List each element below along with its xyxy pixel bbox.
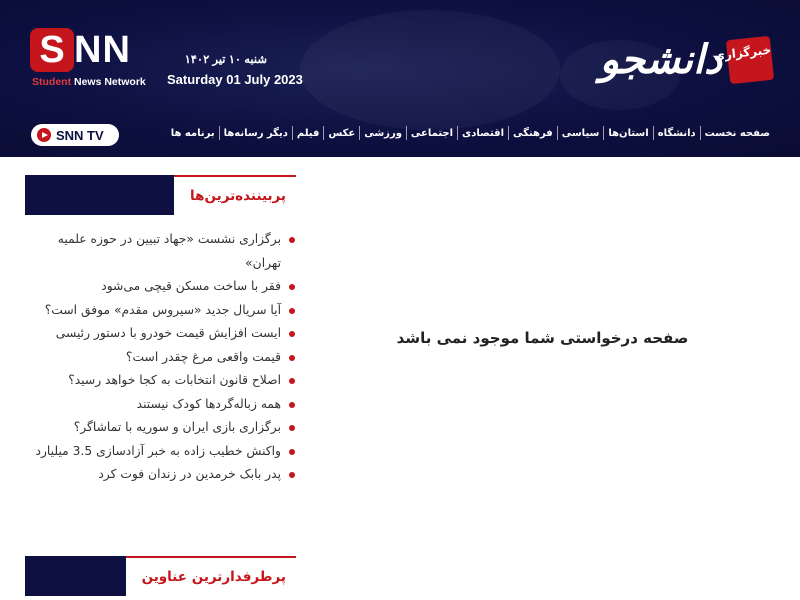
most-viewed-header: پربیننده‌ترین‌ها [25, 175, 296, 215]
bullet-icon [289, 354, 295, 361]
main-nav: صفحه نخست دانشگاه استان‌ها سیاسی فرهنگی … [167, 126, 770, 140]
nav-divider [218, 126, 220, 140]
page-not-found-message: صفحه درخواستی شما موجود نمی باشد [396, 329, 689, 347]
nav-item-economy[interactable]: اقتصادی [458, 128, 508, 139]
list-item[interactable]: فقر با ساخت مسکن قیچی می‌شود [25, 275, 295, 299]
nav-item-politics[interactable]: سیاسی [558, 128, 604, 139]
daneshjoo-logo[interactable]: خبرگزاری دانشجو [599, 32, 775, 87]
most-viewed-title: پربیننده‌ترین‌ها [174, 175, 296, 215]
snn-tagline: Student News Network [32, 76, 146, 88]
nav-item-culture[interactable]: فرهنگی [509, 128, 557, 139]
list-item-title[interactable]: قیمت واقعی مرغ چقدر است؟ [126, 350, 281, 364]
bullet-icon [289, 331, 295, 337]
world-map-decoration [300, 10, 560, 130]
bullet-icon [289, 378, 295, 384]
list-item-title[interactable]: اصلاح قانون انتخابات به کجا خواهد رسید؟ [68, 373, 281, 387]
list-item[interactable]: پدر بابک خرمدین در زندان فوت کرد [25, 463, 295, 487]
nav-item-home[interactable]: صفحه نخست [701, 128, 770, 139]
nav-divider [405, 126, 407, 140]
snn-logo-nn: NN [74, 29, 131, 71]
nav-divider [323, 126, 325, 140]
bullet-icon [289, 307, 295, 314]
nav-divider [291, 126, 293, 140]
list-item[interactable]: برگزاری نشست «جهاد تبیین در حوزه علمیه ت… [25, 228, 295, 275]
list-item-title[interactable]: فقر با ساخت مسکن قیچی می‌شود [101, 279, 281, 293]
list-item[interactable]: برگزاری بازی ایران و سوریه با تماشاگر؟ [25, 416, 295, 440]
nav-divider [652, 126, 654, 140]
header-dates: شنبه ۱۰ تیر ۱۴۰۲ Saturday 01 July 2023 [167, 52, 303, 87]
nav-divider [699, 126, 701, 140]
site-header: S NN Student News Network شنبه ۱۰ تیر ۱۴… [0, 0, 800, 157]
snntv-button[interactable]: SNN TV [31, 124, 119, 146]
list-item[interactable]: قیمت واقعی مرغ چقدر است؟ [25, 346, 295, 370]
list-item[interactable]: همه زباله‌گردها کودک نیستند [25, 393, 295, 417]
list-item-title[interactable]: همه زباله‌گردها کودک نیستند [137, 397, 281, 411]
nav-item-programs[interactable]: برنامه ها [167, 128, 219, 139]
logo-name: دانشجو [599, 36, 724, 83]
bullet-icon [289, 448, 295, 455]
list-item[interactable]: آیا سریال جدید «سیروس مقدم» موفق است؟ [25, 299, 295, 323]
date-gregorian: Saturday 01 July 2023 [167, 72, 303, 87]
most-viewed-list: برگزاری نشست «جهاد تبیین در حوزه علمیه ت… [25, 228, 295, 487]
nav-item-sports[interactable]: ورزشی [360, 128, 406, 139]
nav-item-film[interactable]: فیلم [293, 128, 324, 139]
nav-item-provinces[interactable]: استان‌ها [604, 128, 652, 139]
bullet-icon [289, 472, 295, 478]
list-item-title[interactable]: برگزاری نشست «جهاد تبیین در حوزه علمیه ت… [58, 232, 281, 270]
nav-divider [359, 126, 361, 140]
nav-item-photo[interactable]: عکس [324, 128, 359, 139]
nav-divider [508, 126, 510, 140]
nav-item-social[interactable]: اجتماعی [407, 128, 457, 139]
bullet-icon [289, 284, 295, 290]
logo-badge: خبرگزاری [713, 35, 775, 84]
nav-divider [457, 126, 459, 140]
list-item-title[interactable]: آیا سریال جدید «سیروس مقدم» موفق است؟ [45, 303, 281, 317]
bullet-icon [289, 401, 295, 408]
list-item-title[interactable]: واکنش خطیب زاده به خبر آزادسازی 3.5 میلی… [36, 444, 282, 458]
snn-logo-s: S [30, 28, 74, 72]
nav-divider [556, 126, 558, 140]
list-item[interactable]: اصلاح قانون انتخابات به کجا خواهد رسید؟ [25, 369, 295, 393]
most-discussed-title: پرطرفدارترین عناوین [125, 556, 296, 596]
nav-divider [603, 126, 605, 140]
snntv-label: SNN TV [56, 127, 104, 143]
date-persian: شنبه ۱۰ تیر ۱۴۰۲ [184, 54, 267, 66]
most-discussed-header: پرطرفدارترین عناوین [25, 556, 296, 596]
list-item[interactable]: واکنش خطیب زاده به خبر آزادسازی 3.5 میلی… [25, 440, 295, 464]
list-item-title[interactable]: ایست افزایش قیمت خودرو با دستور رئیسی [56, 326, 281, 340]
play-icon [37, 128, 51, 142]
list-item[interactable]: ایست افزایش قیمت خودرو با دستور رئیسی [25, 322, 295, 346]
list-item-title[interactable]: پدر بابک خرمدین در زندان فوت کرد [98, 467, 281, 481]
bullet-icon [289, 237, 295, 243]
list-item-title[interactable]: برگزاری بازی ایران و سوریه با تماشاگر؟ [74, 420, 281, 434]
nav-item-university[interactable]: دانشگاه [654, 128, 700, 139]
nav-item-other-media[interactable]: دیگر رسانه‌ها [220, 128, 292, 139]
bullet-icon [289, 425, 295, 431]
